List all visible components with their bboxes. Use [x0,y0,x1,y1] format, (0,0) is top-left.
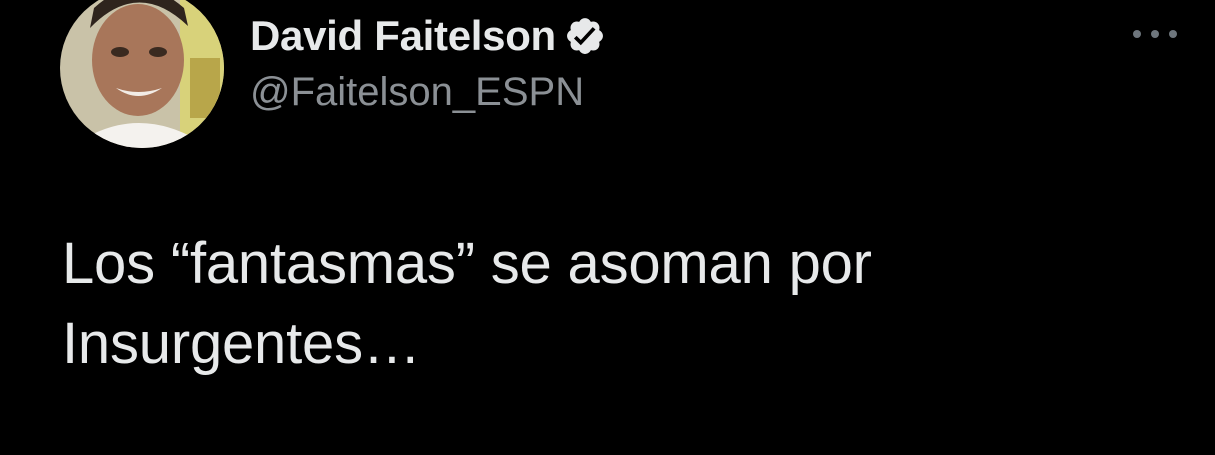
avatar[interactable] [60,0,224,148]
display-name[interactable]: David Faitelson [250,12,556,60]
handle[interactable]: @Faitelson_ESPN [250,70,606,115]
more-dot [1169,30,1177,38]
name-row: David Faitelson [250,8,606,64]
more-dot [1133,30,1141,38]
verified-badge-icon [564,15,606,57]
more-dot [1151,30,1159,38]
avatar-image [60,0,224,148]
tweet: David Faitelson @Faitelson_ESPN Los “fan… [0,0,1215,455]
more-options-icon[interactable] [1133,24,1177,44]
author-info: David Faitelson @Faitelson_ESPN [250,8,606,115]
tweet-text: Los “fantasmas” se asoman por Insurgente… [62,231,872,376]
